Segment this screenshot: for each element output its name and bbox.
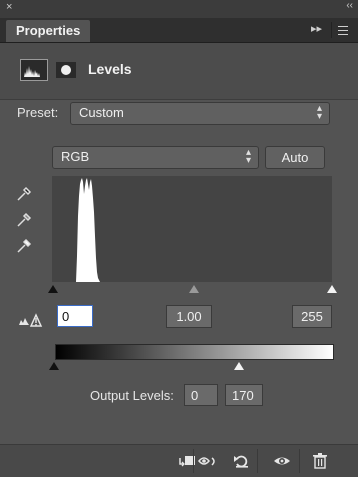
- output-white-field[interactable]: 170: [225, 384, 263, 406]
- channel-value: RGB: [61, 149, 90, 164]
- panel-footer: [0, 444, 358, 477]
- window-top-strip: × ‹‹: [0, 0, 358, 18]
- input-gamma-slider[interactable]: [189, 285, 199, 293]
- output-black-field[interactable]: 0: [184, 384, 218, 406]
- input-black-field[interactable]: 0: [57, 305, 93, 327]
- preset-label: Preset:: [17, 105, 59, 120]
- dropdown-arrows-icon: ▴ ▾: [245, 147, 251, 166]
- input-white-slider[interactable]: [327, 285, 337, 293]
- preset-select[interactable]: Custom ▴ ▾: [70, 102, 330, 125]
- levels-histogram-icon[interactable]: [20, 59, 48, 81]
- levels-histogram: [52, 176, 332, 282]
- collapse-panel-icon[interactable]: ‹‹: [346, 0, 353, 11]
- reset-icon[interactable]: [230, 451, 254, 471]
- footer-separator: [193, 449, 194, 473]
- auto-button[interactable]: Auto: [265, 146, 325, 169]
- input-black-slider[interactable]: [48, 285, 58, 293]
- expand-panel-icon[interactable]: ▸▸: [311, 22, 322, 35]
- black-point-eyedropper-icon[interactable]: [16, 186, 32, 202]
- channel-select[interactable]: RGB ▴ ▾: [52, 146, 259, 169]
- input-white-field[interactable]: 255: [292, 305, 332, 328]
- toggle-visibility-icon[interactable]: [270, 451, 294, 471]
- view-previous-state-icon[interactable]: [196, 451, 220, 471]
- delete-icon[interactable]: [308, 451, 332, 471]
- properties-header: Levels: [0, 43, 358, 100]
- close-panel-icon[interactable]: ×: [6, 1, 12, 13]
- panel-menu-icon[interactable]: [331, 22, 350, 38]
- preset-value: Custom: [79, 105, 124, 120]
- input-gamma-field[interactable]: 1.00: [166, 305, 212, 328]
- panel-tab-bar: Properties ▸▸: [0, 18, 358, 43]
- output-black-slider[interactable]: [49, 362, 59, 370]
- footer-separator: [299, 449, 300, 473]
- dropdown-arrows-icon: ▴ ▾: [316, 103, 322, 122]
- gray-point-eyedropper-icon[interactable]: [16, 212, 32, 228]
- layer-mask-icon[interactable]: [56, 62, 76, 78]
- calculate-histogram-warning-icon[interactable]: [18, 312, 44, 328]
- adjustment-title: Levels: [88, 61, 132, 77]
- tab-properties[interactable]: Properties: [6, 20, 91, 42]
- output-levels-label: Output Levels:: [90, 388, 174, 403]
- output-white-slider[interactable]: [234, 362, 244, 370]
- output-gradient-bar: [55, 344, 334, 360]
- footer-separator: [257, 449, 258, 473]
- white-point-eyedropper-icon[interactable]: [16, 238, 32, 254]
